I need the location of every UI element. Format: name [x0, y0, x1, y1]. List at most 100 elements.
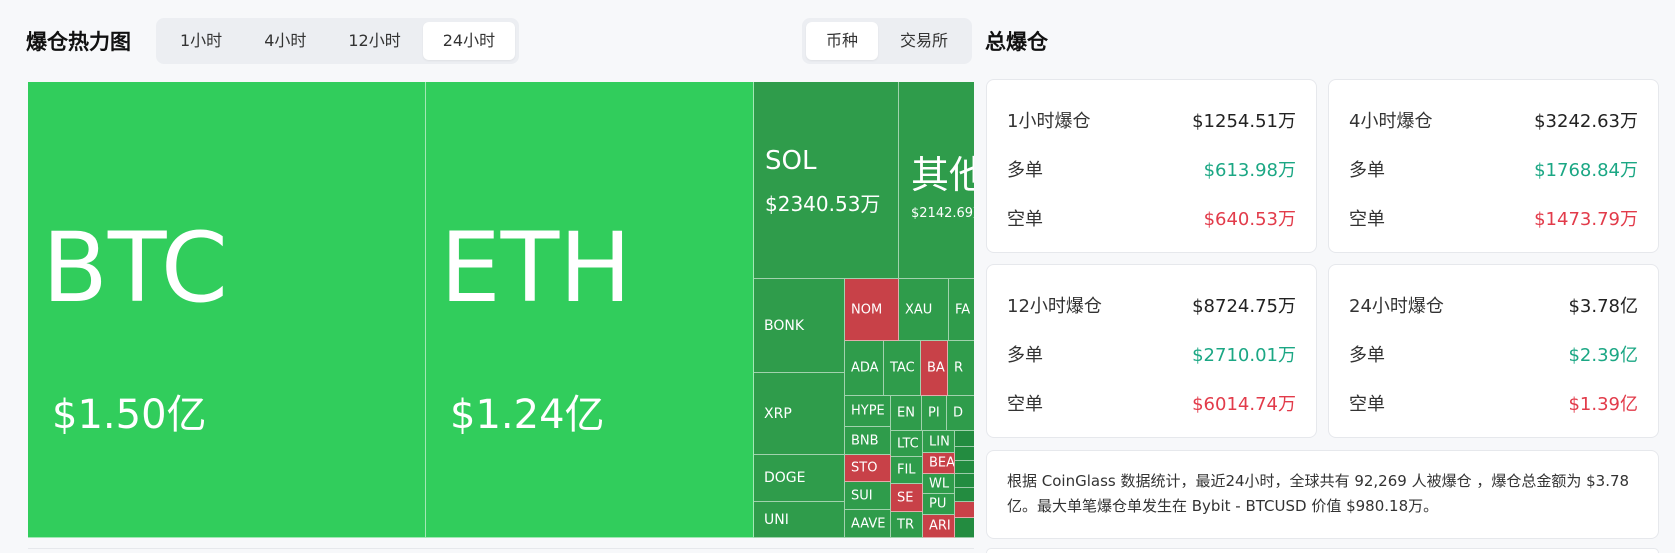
tile-name: XRP [764, 405, 792, 422]
tile-name: BTC [42, 212, 228, 324]
tab-coin[interactable]: 币种 [806, 22, 879, 60]
heatmap-tile-fa[interactable]: FA [949, 279, 974, 341]
heatmap-tile-bonk[interactable]: BONK [754, 279, 845, 373]
tile-name: SOL [765, 146, 817, 176]
card-label: 12小时爆仓 [1007, 296, 1102, 317]
heatmap-tile-hype[interactable]: HYPE [845, 396, 891, 427]
card-total: $3242.63万 [1534, 111, 1638, 132]
heatmap-tile-wl[interactable]: WL [923, 474, 955, 494]
tile-name: STO [851, 460, 878, 476]
tile-name: BA [927, 360, 945, 376]
heatmap-tile-minor[interactable] [955, 431, 974, 447]
heatmap-tile-bnb[interactable]: BNB [845, 427, 891, 455]
short-value: $1473.79万 [1534, 209, 1638, 230]
long-value: $1768.84万 [1534, 160, 1638, 181]
heatmap-tile-se[interactable]: SE [891, 484, 923, 512]
heatmap-tile-fil[interactable]: FIL [891, 457, 923, 484]
heatmap-tile-bea[interactable]: BEA [923, 453, 955, 474]
short-label: 空单 [1007, 209, 1043, 230]
tile-name: EN [897, 405, 915, 421]
heatmap-tile-minor[interactable] [955, 502, 974, 518]
tile-value: $1.50亿 [52, 392, 207, 438]
heatmap-tile-eth[interactable]: ETH $1.24亿 [426, 82, 754, 538]
heatmap-tile-minor[interactable] [955, 518, 974, 538]
heatmap-tile-ba[interactable]: BA [921, 341, 948, 396]
tab-exchange[interactable]: 交易所 [880, 22, 968, 60]
tile-name: AAVE [851, 516, 886, 531]
heatmap-tile-minor[interactable] [955, 461, 974, 474]
tab-24h[interactable]: 24小时 [422, 22, 516, 60]
tile-name: LIN [929, 434, 950, 449]
stat-card-12h: 12小时爆仓 $8724.75万 多单 $2710.01万 空单 $6014.74万 [986, 264, 1317, 438]
heatmap-tile-nom[interactable]: NOM [845, 279, 899, 341]
long-value: $613.98万 [1203, 160, 1296, 181]
heatmap-tile-d[interactable]: D [947, 396, 974, 431]
time-range-tabs: 1小时 4小时 12小时 24小时 [156, 18, 520, 64]
long-label: 多单 [1007, 345, 1043, 366]
tile-name: FA [955, 302, 971, 317]
heatmap-tile-r[interactable]: R [948, 341, 974, 396]
tile-name: BNB [851, 433, 879, 448]
tile-name: TAC [890, 360, 915, 376]
heatmap-tile-minor[interactable] [955, 474, 974, 488]
tile-value: $2340.53万 [765, 192, 881, 216]
tile-name: 其他 [911, 153, 974, 197]
liquidation-summary: 根据 CoinGlass 数据统计，最近24小时，全球共有 92,269 人被爆… [986, 450, 1659, 539]
heatmap-tile-tr[interactable]: TR [891, 512, 923, 538]
tab-1h[interactable]: 1小时 [160, 22, 242, 60]
tab-4h[interactable]: 4小时 [244, 22, 326, 60]
heatmap-tile-xrp[interactable]: XRP [754, 373, 845, 455]
view-tabs: 币种 交易所 [802, 18, 973, 64]
stat-card-4h: 4小时爆仓 $3242.63万 多单 $1768.84万 空单 $1473.79万 [1328, 79, 1659, 253]
heatmap-tile-ada[interactable]: ADA [845, 341, 884, 396]
tile-name: XAU [905, 302, 933, 317]
heatmap-tile-pi[interactable]: PI [922, 396, 947, 431]
heatmap-tile-btc[interactable]: BTC $1.50亿 [28, 82, 426, 538]
short-label: 空单 [1349, 209, 1385, 230]
short-label: 空单 [1007, 394, 1043, 415]
long-label: 多单 [1007, 160, 1043, 181]
next-panel-edge [28, 548, 974, 553]
tile-name: UNI [764, 511, 789, 528]
short-label: 空单 [1349, 394, 1385, 415]
tile-name: ADA [851, 360, 879, 376]
tile-name: BEA [929, 455, 955, 471]
heatmap-tile-minor[interactable] [955, 447, 974, 461]
heatmap-tile-en[interactable]: EN [891, 396, 922, 431]
card-label: 4小时爆仓 [1349, 111, 1433, 132]
tile-name: ETH [440, 212, 632, 324]
liquidation-heatmap: BTC $1.50亿 ETH $1.24亿 SOL $2340.53万 其他 $… [28, 82, 974, 538]
heatmap-tile-doge[interactable]: DOGE [754, 455, 845, 502]
tab-12h[interactable]: 12小时 [328, 22, 420, 60]
tile-value: $1.24亿 [450, 392, 605, 438]
heatmap-tile-pu[interactable]: PU [923, 494, 955, 515]
heatmap-tile-xau[interactable]: XAU [899, 279, 949, 341]
stat-card-1h: 1小时爆仓 $1254.51万 多单 $613.98万 空单 $640.53万 [986, 79, 1317, 253]
card-label: 24小时爆仓 [1349, 296, 1444, 317]
long-label: 多单 [1349, 345, 1385, 366]
heatmap-tile-sui[interactable]: SUI [845, 482, 891, 510]
card-total: $8724.75万 [1192, 296, 1296, 317]
tile-name: LTC [897, 436, 919, 451]
tile-name: NOM [851, 302, 883, 317]
heatmap-tile-aave[interactable]: AAVE [845, 510, 891, 538]
heatmap-tile-uni[interactable]: UNI [754, 502, 845, 538]
heatmap-tile-ari[interactable]: ARI [923, 515, 955, 538]
heatmap-tile-ltc[interactable]: LTC [891, 431, 923, 457]
heatmap-tile-other[interactable]: 其他 $2142.69万 [899, 82, 974, 279]
tile-name: PI [928, 405, 940, 421]
long-value: $2.39亿 [1568, 345, 1638, 366]
heatmap-tile-sto[interactable]: STO [845, 455, 891, 482]
heatmap-tile-lin[interactable]: LIN [923, 431, 955, 453]
stat-card-24h: 24小时爆仓 $3.78亿 多单 $2.39亿 空单 $1.39亿 [1328, 264, 1659, 438]
tile-name: DOGE [764, 470, 806, 486]
tile-name: HYPE [851, 403, 885, 419]
heatmap-tile-tac[interactable]: TAC [884, 341, 921, 396]
heatmap-tile-sol[interactable]: SOL $2340.53万 [754, 82, 899, 279]
next-card-edge [986, 548, 1659, 553]
tile-name: SE [897, 490, 914, 505]
heatmap-tile-minor[interactable] [955, 488, 974, 502]
tile-name: ARI [929, 518, 951, 534]
short-value: $6014.74万 [1192, 394, 1296, 415]
long-value: $2710.01万 [1192, 345, 1296, 366]
